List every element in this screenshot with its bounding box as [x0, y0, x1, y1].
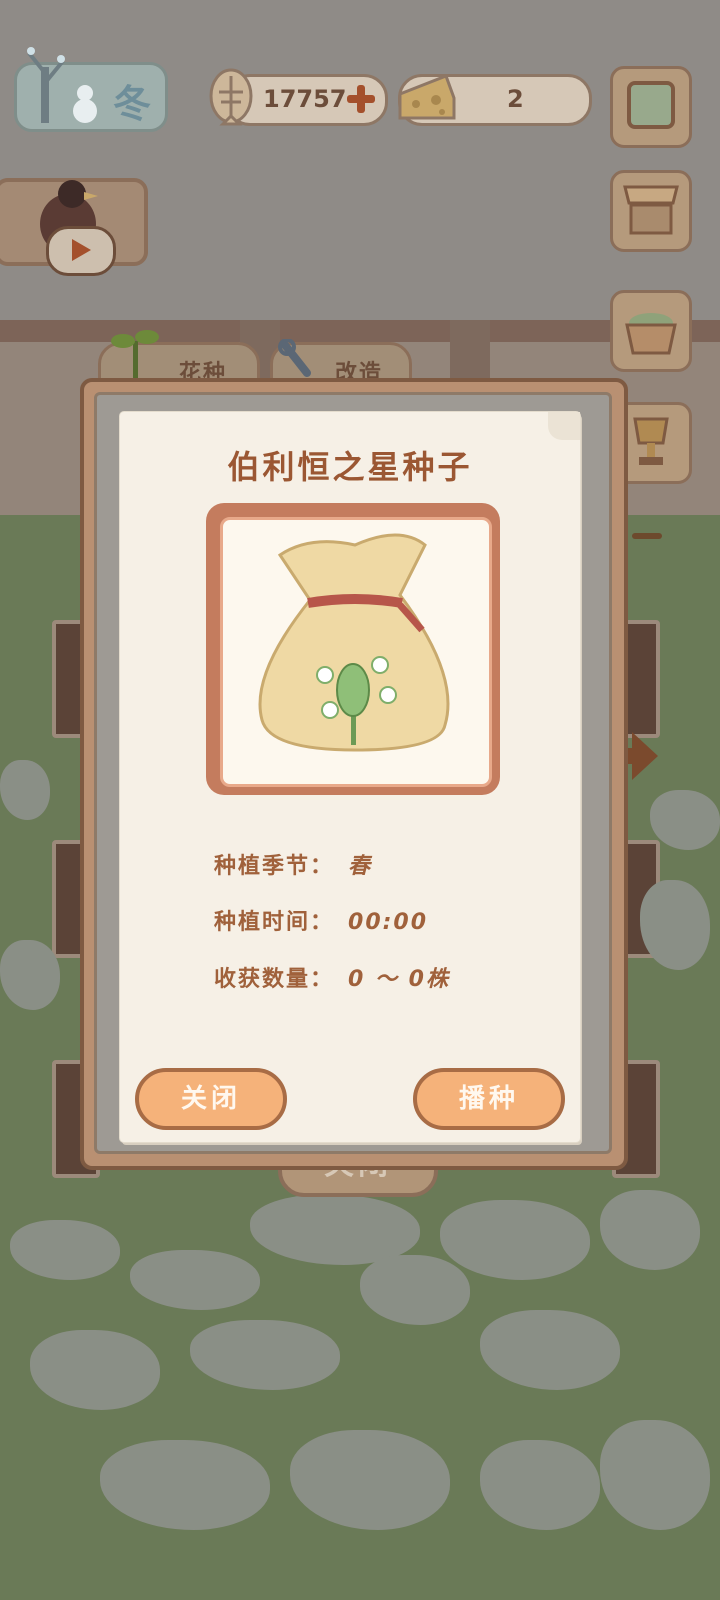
harvest-quantity-value: 0 ～ 0株 — [348, 967, 450, 992]
harvest-quantity-row: 收获数量： 0 ～ 0株 — [214, 961, 450, 993]
season-indicator[interactable]: 冬 — [14, 47, 168, 132]
cheese-icon — [398, 74, 456, 120]
planting-time-row: 种植时间： 00:00 — [214, 904, 428, 936]
shop-button[interactable] — [610, 170, 692, 252]
sow-button-label: 播种 — [458, 1084, 519, 1114]
close-button[interactable]: 关闭 — [135, 1068, 287, 1130]
trophy-icon — [633, 417, 669, 465]
sky-background — [0, 0, 720, 330]
sow-button[interactable]: 播种 — [413, 1068, 565, 1130]
basket-icon — [625, 313, 677, 355]
planting-season-value: 春 — [348, 854, 373, 879]
play-video-button[interactable] — [46, 226, 116, 276]
play-icon — [72, 239, 91, 261]
cheese-currency-value: 2 — [507, 85, 524, 113]
planting-time-label: 种植时间： — [214, 910, 335, 935]
paper-fold — [548, 412, 580, 440]
shop-stall-icon — [623, 185, 679, 235]
season-label: 冬 — [112, 82, 151, 126]
seed-title: 伯利恒之星种子 — [227, 448, 473, 486]
window-button[interactable] — [610, 66, 692, 148]
harvest-quantity-label: 收获数量： — [214, 967, 335, 992]
planting-season-label: 种植季节： — [214, 854, 335, 879]
basket-button[interactable] — [610, 290, 692, 372]
planting-time-value: 00:00 — [348, 910, 429, 935]
planting-season-row: 种植季节： 春 — [214, 848, 372, 880]
wrench-icon — [278, 339, 311, 377]
snowman-icon — [73, 85, 97, 123]
add-currency-icon[interactable] — [344, 82, 378, 116]
window-icon — [627, 81, 675, 129]
close-button-label: 关闭 — [180, 1084, 241, 1114]
sprout-icon — [111, 330, 159, 383]
seed-bag-icon — [258, 533, 450, 752]
minus-icon[interactable] — [632, 533, 662, 539]
snowy-tree-icon — [27, 47, 65, 123]
fish-currency-value: 17757 — [263, 85, 347, 113]
fish-bone-icon — [209, 68, 253, 126]
